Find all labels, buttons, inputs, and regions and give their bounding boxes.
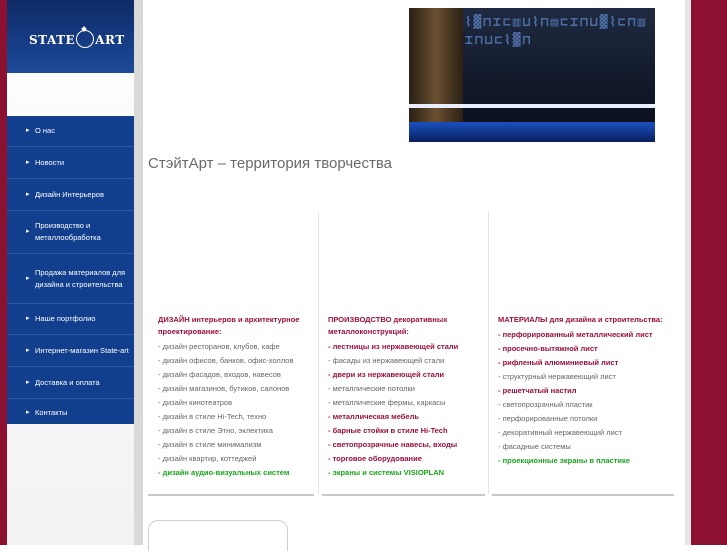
nav-item-label: О нас	[35, 126, 55, 135]
right-frame-strip	[691, 0, 727, 545]
list-item[interactable]: - дизайн в стиле Этно, эклектика	[158, 424, 313, 438]
logo-text-right: ART	[95, 33, 125, 47]
chevron-right-icon: ▸	[26, 378, 30, 386]
column-heading[interactable]: ПРОИЗВОДСТВО декоративных металлоконстру…	[328, 314, 483, 338]
nav-item-label: Контакты	[35, 408, 68, 417]
list-item[interactable]: - дизайн в стиле Hi-Tech, техно	[158, 410, 313, 424]
nav-item-label: Продажа материалов для дизайна и строите…	[35, 267, 126, 289]
hero-photo-beam	[409, 104, 655, 108]
nav-item-materials[interactable]: ▸ Продажа материалов для дизайна и строи…	[7, 254, 134, 304]
list-item[interactable]: - решетчатый настил	[498, 384, 678, 398]
nav-item-label: Новости	[35, 157, 65, 167]
list-item[interactable]: - перфорированный металлический лист	[498, 328, 678, 342]
list-item[interactable]: - дизайн в стиле минимализм	[158, 438, 313, 452]
right-gutter	[685, 0, 691, 545]
main-nav: ▸ О нас ▸ Новости ▸ Дизайн Интерьеров ▸ …	[7, 116, 134, 424]
nav-item-label: Дизайн Интерьеров	[35, 189, 104, 199]
column-divider	[318, 212, 319, 494]
list-item[interactable]: - лестницы из нержавеющей стали	[328, 340, 483, 354]
list-item[interactable]: - дизайн фасадов, входов, навесов	[158, 368, 313, 382]
list-item[interactable]: - фасады из нержавеющей стали	[328, 354, 483, 368]
nav-item-label: Производство и металлообработка	[35, 221, 101, 242]
hero-photo: ⌇▓⊓⌶⊏▥⊔⌇⊓▤⊏⌶⊓⊔▓⌇⊏⊓▥⌶⊓⊔⊏⌇▓⊓	[409, 8, 655, 142]
column-design: ДИЗАЙН интерьеров и архитектурное проект…	[158, 314, 313, 480]
hero-photo-decor: ⌇▓⊓⌶⊏▥⊔⌇⊓▤⊏⌶⊓⊔▓⌇⊏⊓▥⌶⊓⊔⊏⌇▓⊓	[465, 15, 648, 48]
chevron-right-icon: ▸	[26, 346, 30, 354]
list-item[interactable]: - дизайн квартир, коттеджей	[158, 452, 313, 466]
column-bottom-rule	[492, 494, 674, 496]
sidebar-gutter	[134, 0, 143, 545]
nav-item-shop[interactable]: ▸ Интернет-магазин State-art	[7, 335, 134, 367]
list-item[interactable]: - дизайн ресторанов, клубов, кафе	[158, 340, 313, 354]
column-heading[interactable]: ДИЗАЙН интерьеров и архитектурное проект…	[158, 314, 313, 338]
column-bottom-rule	[322, 494, 485, 496]
nav-item-interior[interactable]: ▸ Дизайн Интерьеров	[7, 179, 134, 211]
nav-item-about[interactable]: ▸ О нас	[7, 116, 134, 147]
logo-link[interactable]: STATE ART	[7, 0, 134, 73]
nav-item-contacts[interactable]: ▸ Контакты	[7, 399, 134, 427]
bottom-panel	[148, 520, 288, 551]
list-item[interactable]: - фасадные системы	[498, 440, 678, 454]
list-item[interactable]: - металлические фермы, каркасы	[328, 396, 483, 410]
chevron-right-icon: ▸	[26, 127, 30, 134]
nav-item-portfolio[interactable]: ▸ Наше портфолио	[7, 304, 134, 335]
page-tagline: СтэйтАрт – территория творчества	[148, 155, 393, 172]
chevron-right-icon: ▸	[26, 315, 30, 322]
nav-item-label: Интернет-магазин State-art	[35, 345, 129, 355]
column-production: ПРОИЗВОДСТВО декоративных металлоконстру…	[328, 314, 483, 480]
list-item[interactable]: - дизайн кинотеатров	[158, 396, 313, 410]
list-item[interactable]: - рифленый алюминиевый лист	[498, 356, 678, 370]
list-item[interactable]: - структурный нержавеющий лист	[498, 370, 678, 384]
nav-item-label: Доставка и оплата	[35, 377, 100, 387]
list-item[interactable]: - металлическая мебель	[328, 410, 483, 424]
chevron-right-icon: ▸	[26, 158, 30, 166]
list-item[interactable]: - торговое оборудование	[328, 452, 483, 466]
list-item[interactable]: - двери из нержавеющей стали	[328, 368, 483, 382]
chevron-right-icon: ▸	[26, 228, 30, 235]
nav-item-delivery[interactable]: ▸ Доставка и оплата	[7, 367, 134, 399]
chevron-right-icon: ▸	[26, 409, 30, 416]
list-item[interactable]: - дизайн аудио-визуальных систем	[158, 466, 313, 480]
list-item[interactable]: - дизайн магазинов, бутиков, салонов	[158, 382, 313, 396]
chevron-right-icon: ▸	[26, 274, 30, 282]
list-item[interactable]: - просечно-вытяжной лист	[498, 342, 678, 356]
nav-item-production[interactable]: ▸ Производство и металлообработка	[7, 211, 134, 254]
chevron-right-icon: ▸	[26, 190, 30, 198]
list-item[interactable]: - перфорированные потолки	[498, 412, 678, 426]
column-divider	[488, 212, 489, 494]
list-item[interactable]: - декоративный нержавеющий лист	[498, 426, 678, 440]
sidebar: STATE ART ▸ О нас ▸ Новости ▸ Дизайн Инте…	[7, 0, 134, 545]
nav-item-news[interactable]: ▸ Новости	[7, 147, 134, 179]
list-item[interactable]: - проекционные экраны в пластике	[498, 454, 678, 468]
column-bottom-rule	[148, 494, 314, 496]
list-item[interactable]: - барные стойки в стиле Hi-Tech	[328, 424, 483, 438]
logo-text-left: STATE	[29, 33, 76, 47]
column-materials: МАТЕРИАЛЫ для дизайна и строительства: -…	[498, 314, 678, 468]
left-frame-strip	[0, 0, 7, 545]
hero-photo-glow	[409, 122, 655, 142]
list-item[interactable]: - металлические потолки	[328, 382, 483, 396]
logo-ring-icon	[76, 30, 95, 48]
nav-item-label: Наше портфолио	[35, 314, 96, 323]
list-item[interactable]: - светопрозрачный пластик	[498, 398, 678, 412]
list-item[interactable]: - светопрозрачные навесы, входы	[328, 438, 483, 452]
column-heading[interactable]: МАТЕРИАЛЫ для дизайна и строительства:	[498, 314, 678, 326]
list-item[interactable]: - дизайн офисов, банков, офис-холлов	[158, 354, 313, 368]
logo: STATE ART	[29, 30, 125, 48]
list-item[interactable]: - экраны и системы VISIOPLAN	[328, 466, 483, 480]
